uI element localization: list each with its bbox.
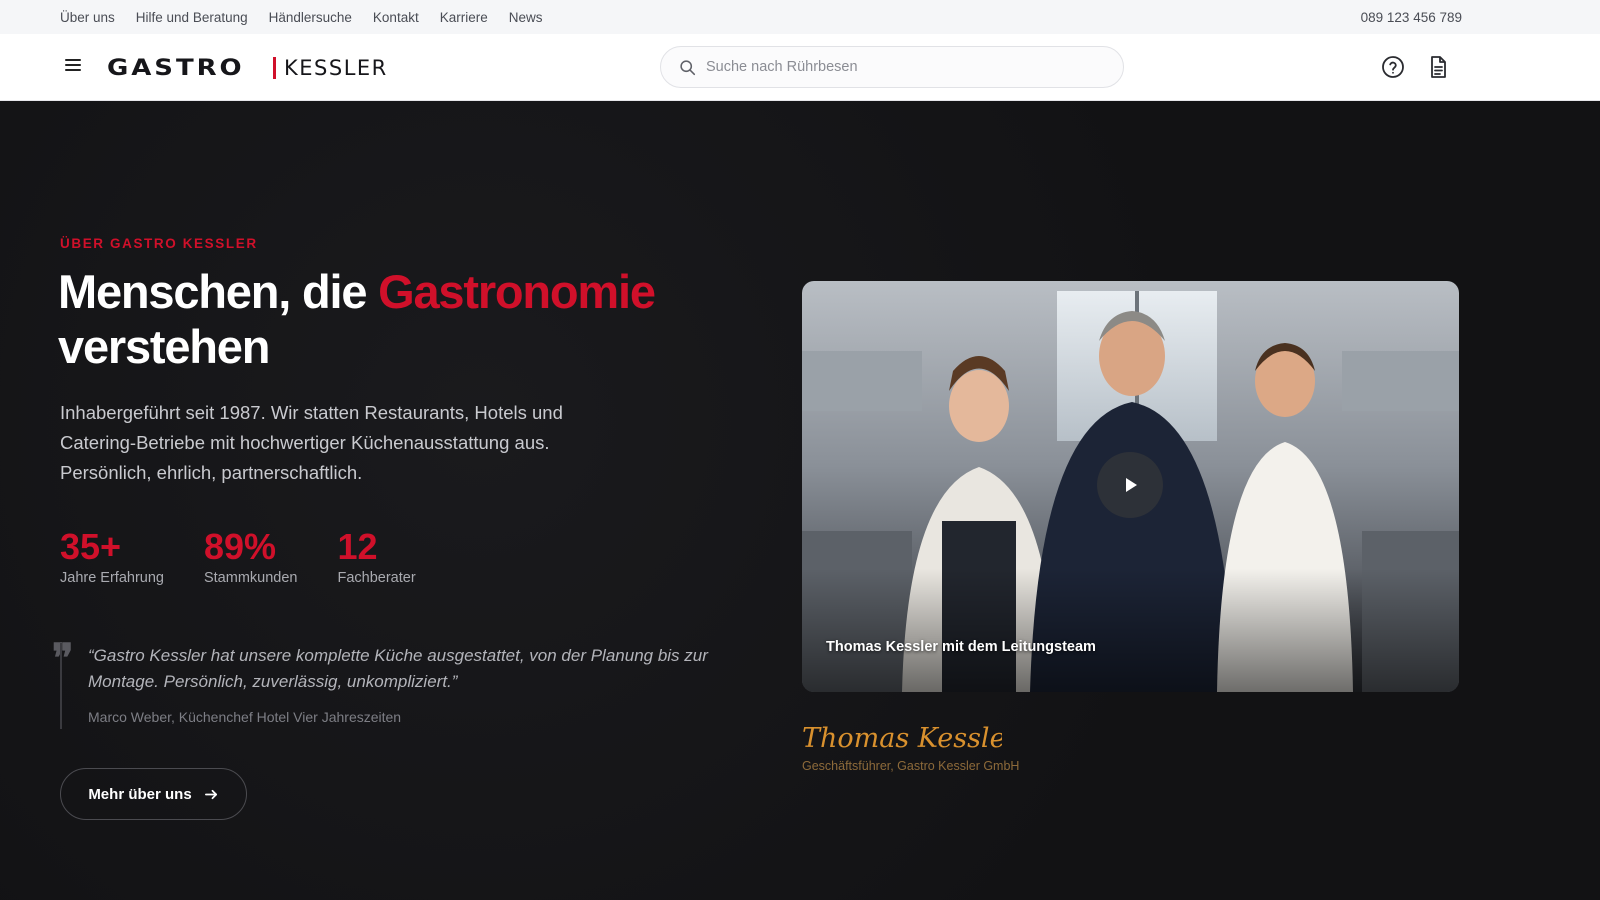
video-caption: Thomas Kessler mit dem Leitungsteam xyxy=(826,639,1096,655)
testimonial-quote: “Gastro Kessler hat unsere komplette Küc… xyxy=(60,643,730,729)
nav-link-karriere[interactable]: Karriere xyxy=(440,10,488,25)
quote-text: “Gastro Kessler hat unsere komplette Küc… xyxy=(88,646,708,691)
help-icon[interactable] xyxy=(1380,54,1406,80)
more-about-us-button[interactable]: Mehr über uns xyxy=(60,768,247,820)
intro-paragraph: Inhabergeführt seit 1987. Wir statten Re… xyxy=(60,402,563,483)
signature-text: Thomas Kessler xyxy=(802,723,1002,754)
section-eyebrow: ÜBER GASTRO KESSLER xyxy=(60,236,258,251)
stat-label: Fachberater xyxy=(337,570,416,586)
nav-link-haendlersuche[interactable]: Händlersuche xyxy=(269,10,352,25)
team-video[interactable]: Thomas Kessler mit dem Leitungsteam xyxy=(802,281,1459,692)
logo[interactable]: GASTRO KESSLER xyxy=(107,52,388,84)
logo-text-gastro: GASTRO xyxy=(107,55,245,81)
cta-label: Mehr über uns xyxy=(88,785,192,803)
signature-role: Geschäftsführer, Gastro Kessler GmbH xyxy=(802,759,1020,773)
phone-number[interactable]: 089 123 456 789 xyxy=(1361,0,1462,34)
headline-part2: verstehen xyxy=(58,320,270,373)
stat-label: Jahre Erfahrung xyxy=(60,570,164,586)
search-bar[interactable] xyxy=(660,46,1124,88)
stat-advisors: 12 Fachberater xyxy=(337,526,415,586)
quote-author: Marco Weber, Küchenchef Hotel Vier Jahre… xyxy=(88,709,402,725)
stats-row: 35+ Jahre Erfahrung 89% Stammkunden 12 F… xyxy=(60,526,456,586)
signature-image: Thomas Kessler xyxy=(802,723,1002,754)
stat-value: 35+ xyxy=(60,526,122,567)
headline-accent: Gastronomie xyxy=(378,265,656,318)
stat-regular-customers: 89% Stammkunden xyxy=(204,526,298,586)
headline-part1: Menschen, die xyxy=(58,265,379,318)
play-button[interactable] xyxy=(1097,452,1163,518)
utility-nav: Über uns Hilfe und Beratung Händlersuche… xyxy=(60,0,542,34)
play-icon xyxy=(1126,478,1137,492)
stat-years: 35+ Jahre Erfahrung xyxy=(60,526,164,586)
stat-value: 12 xyxy=(337,526,378,567)
about-hero-section: ÜBER GASTRO KESSLER Menschen, die Gastro… xyxy=(0,101,1600,900)
document-icon[interactable] xyxy=(1425,54,1451,80)
page-title: Menschen, die Gastronomie verstehen xyxy=(58,264,718,374)
nav-link-kontakt[interactable]: Kontakt xyxy=(373,10,419,25)
stat-value: 89% xyxy=(203,526,277,567)
main-header: GASTRO KESSLER xyxy=(0,34,1600,101)
search-icon xyxy=(680,59,696,75)
nav-link-ueber-uns[interactable]: Über uns xyxy=(60,10,115,25)
arrow-right-icon xyxy=(204,789,217,799)
menu-icon[interactable] xyxy=(62,56,84,78)
nav-link-hilfe[interactable]: Hilfe und Beratung xyxy=(136,10,248,25)
nav-link-news[interactable]: News xyxy=(509,10,543,25)
search-input[interactable] xyxy=(706,59,1086,75)
stat-label: Stammkunden xyxy=(203,570,298,586)
top-utility-bar: Über uns Hilfe und Beratung Händlersuche… xyxy=(0,0,1600,34)
